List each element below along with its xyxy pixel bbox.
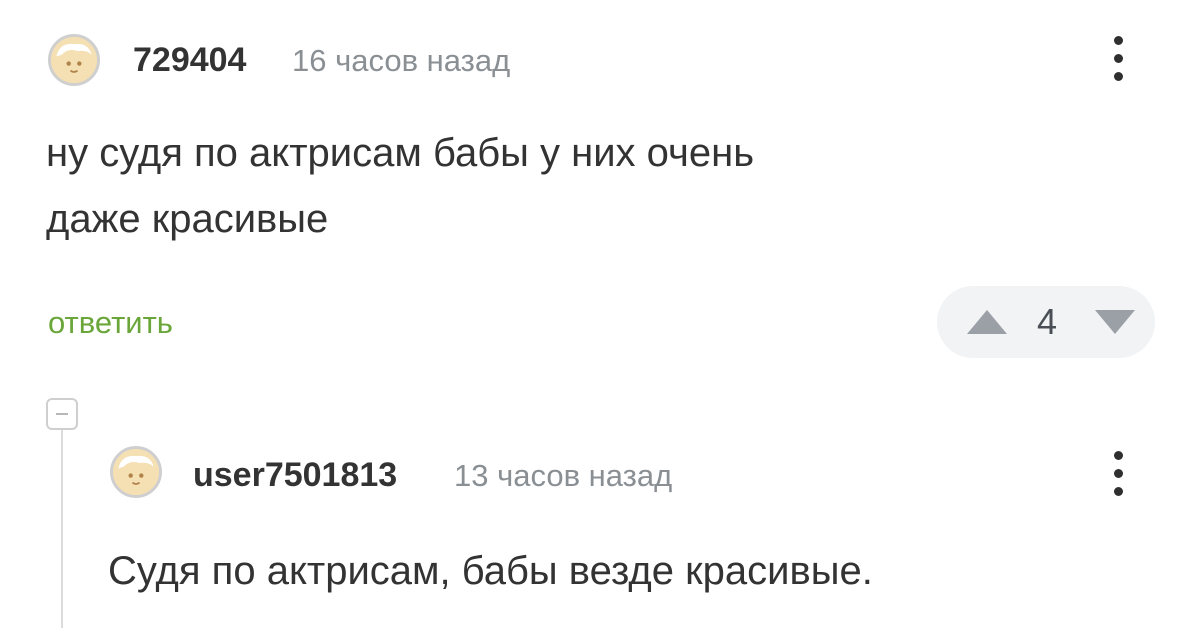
comment-text: Судя по актрисам, бабы везде красивые.	[108, 538, 873, 604]
vote-widget: 4	[937, 286, 1155, 358]
reply-link[interactable]: ответить	[48, 303, 173, 343]
default-avatar-icon	[113, 449, 159, 495]
collapse-thread-icon[interactable]	[46, 398, 78, 430]
timestamp[interactable]: 13 часов назад	[454, 456, 672, 496]
comment-text-line: Судя по актрисам, бабы везде красивые.	[108, 549, 873, 593]
username[interactable]: 729404	[133, 40, 246, 80]
comment-text: ну судя по актрисам бабы у них очень даж…	[46, 120, 754, 252]
username[interactable]: user7501813	[193, 455, 397, 495]
more-vertical-icon[interactable]	[1109, 449, 1129, 501]
thread-line[interactable]	[61, 430, 63, 628]
comment-text-line: даже красивые	[46, 197, 329, 241]
avatar[interactable]	[48, 34, 100, 86]
avatar[interactable]	[110, 446, 162, 498]
rating-count: 4	[1036, 301, 1058, 342]
timestamp[interactable]: 16 часов назад	[292, 41, 510, 81]
downvote-button[interactable]	[1085, 286, 1145, 358]
default-avatar-icon	[51, 37, 97, 83]
more-vertical-icon[interactable]	[1109, 34, 1129, 86]
upvote-button[interactable]	[957, 286, 1017, 358]
comments-page: 729404 16 часов назад ну судя по актриса…	[0, 0, 1200, 628]
upvote-triangle-icon	[967, 310, 1007, 334]
comment-text-line: ну судя по актрисам бабы у них очень	[46, 131, 755, 175]
downvote-triangle-icon	[1095, 310, 1135, 334]
